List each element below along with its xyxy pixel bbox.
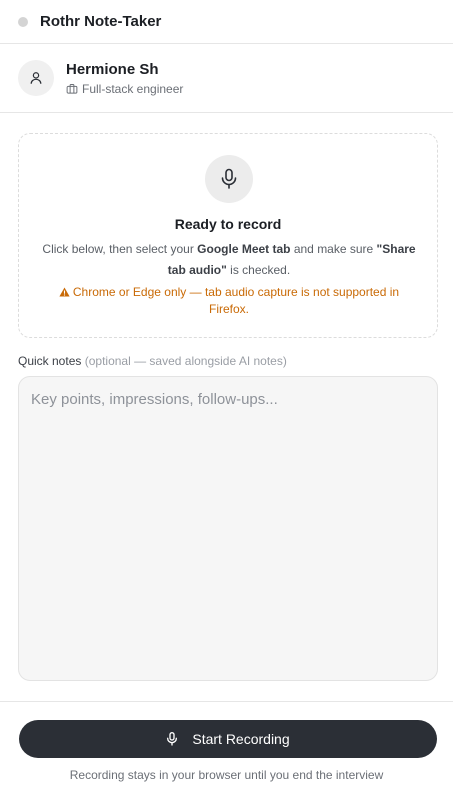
app-title: Rothr Note-Taker (40, 13, 162, 30)
avatar (18, 60, 54, 96)
ready-title: Ready to record (174, 216, 282, 232)
browser-warning: Chrome or Edge only — tab audio capture … (39, 284, 419, 318)
quick-notes-input[interactable] (18, 376, 438, 681)
candidate-role: Full-stack engineer (66, 82, 183, 96)
record-mic-badge (205, 155, 253, 203)
notes-label-text: Quick notes (18, 354, 82, 368)
instruction-text-3: is checked. (226, 263, 291, 277)
status-dot (18, 16, 28, 27)
instruction-text-2: and make sure (290, 242, 377, 256)
privacy-footnote: Recording stays in your browser until yo… (69, 768, 384, 782)
notes-label: Quick notes (optional — saved alongside … (18, 354, 287, 368)
warning-icon (59, 287, 70, 297)
instruction-text-1: Click below, then select your (42, 242, 198, 256)
start-recording-label: Start Recording (192, 731, 290, 747)
note-taker-panel: Rothr Note-Taker Hermione Sh Full-stack … (0, 0, 453, 793)
user-icon (30, 72, 42, 84)
notes-label-hint: (optional — saved alongside AI notes) (84, 354, 287, 368)
start-recording-button[interactable]: Start Recording (19, 720, 437, 758)
header: Rothr Note-Taker (0, 0, 453, 44)
record-instructions: Click below, then select your Google Mee… (39, 239, 419, 281)
candidate-info: Hermione Sh Full-stack engineer (0, 44, 453, 113)
footer: Start Recording Recording stays in your … (0, 701, 453, 793)
microphone-icon (221, 168, 237, 189)
briefcase-icon (66, 83, 78, 94)
candidate-name: Hermione Sh (66, 60, 159, 78)
microphone-icon (167, 731, 178, 746)
record-status-card: Ready to record Click below, then select… (18, 133, 438, 338)
instruction-bold-1: Google Meet tab (197, 242, 291, 256)
warning-text: Chrome or Edge only — tab audio capture … (72, 285, 400, 316)
candidate-role-label: Full-stack engineer (82, 81, 184, 96)
